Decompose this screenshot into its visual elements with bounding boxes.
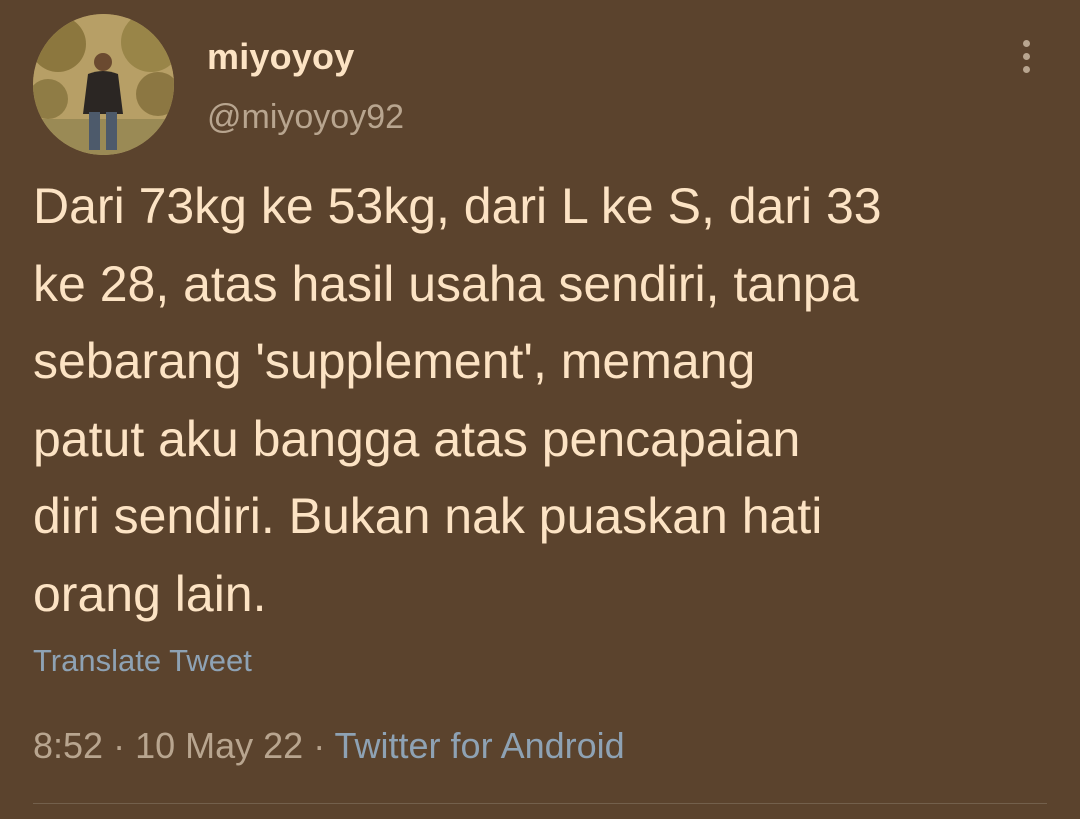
user-handle[interactable]: @miyoyoy92 <box>207 98 404 137</box>
tweet-time[interactable]: 8:52 <box>33 725 103 766</box>
tweet-source-link[interactable]: Twitter for Android <box>335 725 625 766</box>
avatar-photo <box>33 14 174 155</box>
more-dot <box>1022 39 1030 47</box>
tweet-text-line: ke 28, atas hasil usaha sendiri, tanpa <box>33 255 859 312</box>
tweet-text: Dari 73kg ke 53kg, dari L ke S, dari 33 … <box>33 168 1053 633</box>
tweet-metadata: 8:52 · 10 May 22 · Twitter for Android <box>33 725 625 767</box>
tweet-text-line: orang lain. <box>33 565 267 622</box>
avatar[interactable] <box>33 14 174 155</box>
meta-separator: · <box>103 725 136 766</box>
tweet-text-line: sebarang 'supplement', memang <box>33 333 756 389</box>
more-dot <box>1022 65 1030 73</box>
tweet-text-line: diri sendiri. Bukan nak puaskan hati <box>33 488 823 544</box>
more-dot <box>1022 52 1030 60</box>
more-options-icon[interactable] <box>1006 36 1046 76</box>
tweet-date[interactable]: 10 May 22 <box>135 725 303 766</box>
tweet-text-line: patut aku bangga atas pencapaian <box>33 410 801 467</box>
display-name[interactable]: miyoyoy <box>207 36 354 78</box>
meta-separator: · <box>303 725 335 766</box>
translate-tweet-link[interactable]: Translate Tweet <box>33 643 252 679</box>
divider <box>33 803 1047 804</box>
tweet-text-line: Dari 73kg ke 53kg, dari L ke S, dari 33 <box>33 178 882 234</box>
tweet-card: miyoyoy @miyoyoy92 Dari 73kg ke 53kg, da… <box>0 0 1080 819</box>
